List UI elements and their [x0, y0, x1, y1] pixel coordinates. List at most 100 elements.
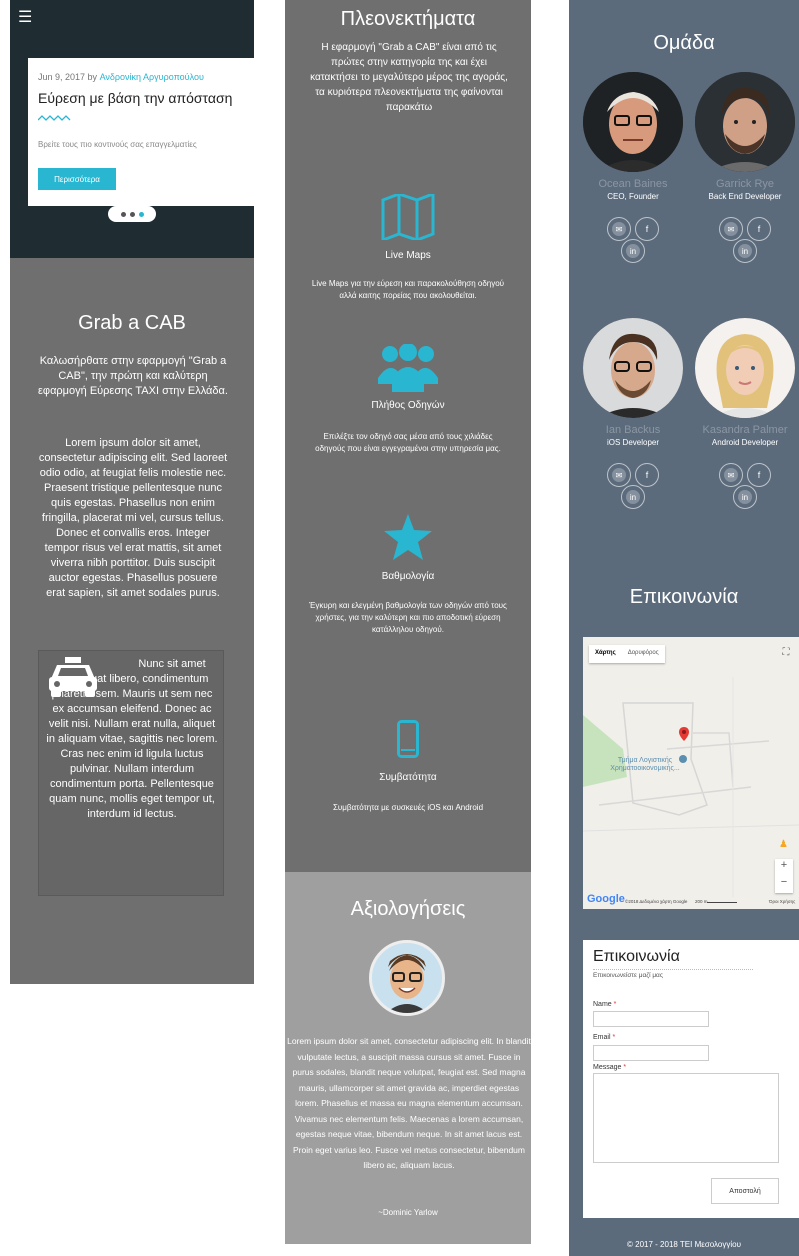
team-title: Ομάδα	[653, 32, 715, 54]
map-canvas[interactable]	[583, 637, 799, 909]
linkedin-icon[interactable]: in	[733, 485, 757, 509]
home-column: ☰ Jun 9, 2017 by Ανδρονίκη Αργυροπούλου …	[10, 0, 258, 984]
mobile-icon	[285, 720, 531, 758]
pegman-icon[interactable]: ♟	[779, 839, 788, 850]
email-label-text: Email	[593, 1034, 611, 1041]
email-label: Email *	[593, 1034, 615, 1041]
slide-by: by	[85, 72, 100, 82]
carousel-dots	[108, 206, 156, 222]
slide-meta: Jun 9, 2017 by Ανδρονίκη Αργυροπούλου	[38, 72, 204, 82]
users-icon	[285, 344, 531, 392]
taxi-icon	[49, 657, 97, 697]
google-map[interactable]: Χάρτης Δορυφόρος ⛶ Τμήμα Λογιστικής Χρημ…	[583, 637, 799, 909]
footer-copyright: © 2017 - 2018 ΤΕΙ Μεσολογγίου	[627, 1240, 741, 1249]
carousel-dot[interactable]	[120, 211, 126, 217]
slide-author-link[interactable]: Ανδρονίκη Αργυροπούλου	[100, 72, 204, 82]
advantages-section: Πλεονεκτήματα Η εφαρμογή "Grab a CAB" εί…	[285, 0, 531, 872]
member-name: Kasandra Palmer	[702, 424, 788, 436]
member-socials: ✉ f in	[715, 217, 775, 267]
name-field[interactable]	[593, 1011, 709, 1027]
map-icon	[285, 194, 531, 240]
zoom-in-button[interactable]: +	[775, 859, 793, 876]
facebook-icon[interactable]: f	[635, 463, 659, 487]
member-name: Garrick Rye	[715, 178, 775, 190]
form-title: Επικοινωνία	[593, 948, 680, 965]
team-member: Kasandra Palmer Android Developer ✉ f in	[691, 318, 799, 513]
google-logo: Google	[587, 893, 625, 905]
reviews-title: Αξιολογήσεις	[350, 898, 466, 920]
review-author: ~Dominic Yarlow	[378, 1208, 438, 1217]
facebook-icon[interactable]: f	[747, 217, 771, 241]
about-section: Grab a CAB Καλωσήρθατε στην εφαρμογή "Gr…	[10, 258, 254, 984]
advantages-lead: Η εφαρμογή "Grab a CAB" είναι από τις πρ…	[310, 42, 508, 113]
zoom-controls: + −	[775, 859, 793, 893]
member-role: Android Developer	[711, 438, 779, 447]
about-title: Grab a CAB	[78, 312, 186, 334]
form-divider	[593, 969, 753, 970]
member-name: Ian Backus	[605, 424, 661, 436]
required-mark: *	[623, 1064, 627, 1071]
email-icon[interactable]: ✉	[607, 463, 631, 487]
slide-date: Jun 9, 2017	[38, 72, 86, 82]
slide-card: Jun 9, 2017 by Ανδρονίκη Αργυροπούλου Εύ…	[28, 58, 258, 206]
more-button[interactable]: Περισσότερα	[38, 168, 116, 190]
linkedin-icon[interactable]: in	[621, 239, 645, 263]
member-role: iOS Developer	[606, 438, 660, 447]
name-label: Name *	[593, 1001, 616, 1008]
required-mark: *	[613, 1001, 617, 1008]
feature-text: Συμβατότητα με συσκευές iOS και Android	[332, 803, 484, 812]
feature-title: Βαθμολογία	[381, 571, 435, 582]
feature-title: Πλήθος Οδηγών	[371, 400, 445, 411]
facebook-icon[interactable]: f	[635, 217, 659, 241]
reviewer-avatar	[369, 940, 445, 1016]
contact-title: Επικοινωνία	[629, 586, 739, 608]
email-field[interactable]	[593, 1045, 709, 1061]
submit-button[interactable]: Αποστολή	[711, 1178, 779, 1204]
name-label-text: Name	[593, 1001, 612, 1008]
member-photo	[695, 72, 795, 172]
reviews-section: Αξιολογήσεις Lorem ipsum dolor sit amet,…	[285, 872, 531, 1244]
message-label-text: Message	[593, 1064, 622, 1071]
hamburger-icon[interactable]: ☰	[18, 10, 32, 26]
message-field[interactable]	[593, 1073, 779, 1163]
features-column: Πλεονεκτήματα Η εφαρμογή "Grab a CAB" εί…	[285, 0, 531, 1244]
member-name: Ocean Baines	[598, 178, 668, 190]
linkedin-icon[interactable]: in	[621, 485, 645, 509]
linkedin-icon[interactable]: in	[733, 239, 757, 263]
carousel-dot-active[interactable]	[138, 211, 144, 217]
map-tab-map[interactable]: Χάρτης	[589, 645, 622, 663]
contact-form: Επικοινωνία Επικοινωνείστε μαζί μας Name…	[583, 940, 799, 1218]
review-text: Lorem ipsum dolor sit amet, consectetur …	[287, 1036, 531, 1170]
wave-divider	[38, 115, 71, 121]
taxi-box: Nunc sit amet consequat libero, condimen…	[38, 650, 224, 896]
required-mark: *	[612, 1034, 616, 1041]
map-type-tabs: Χάρτης Δορυφόρος	[589, 645, 665, 663]
member-socials: ✉ f in	[603, 463, 663, 513]
fullscreen-icon[interactable]: ⛶	[779, 647, 793, 661]
carousel-dot[interactable]	[129, 211, 135, 217]
feature-text: Επιλέξτε τον οδηγό σας μέσα από τους χιλ…	[315, 432, 501, 453]
feature-text: Live Maps για την εύρεση και παρακολούθη…	[311, 279, 505, 300]
email-icon[interactable]: ✉	[719, 217, 743, 241]
member-role: CEO, Founder	[607, 192, 659, 201]
member-socials: ✉ f in	[603, 217, 663, 267]
message-label: Message *	[593, 1064, 626, 1071]
email-icon[interactable]: ✉	[719, 463, 743, 487]
team-contact-column: Ομάδα Ocean Baines CEO, Founder ✉ f in G…	[569, 0, 799, 1256]
map-tab-satellite[interactable]: Δορυφόρος	[622, 645, 665, 663]
advantages-title: Πλεονεκτήματα	[340, 8, 476, 30]
map-scale: 200 m	[695, 899, 708, 904]
form-subtitle: Επικοινωνείστε μαζί μας	[593, 972, 663, 979]
place-marker-icon[interactable]	[679, 755, 687, 763]
location-pin-icon[interactable]	[679, 727, 689, 741]
zoom-out-button[interactable]: −	[775, 876, 793, 893]
map-place-label: Τμήμα Λογιστικής Χρηματοοικονομικής...	[610, 757, 680, 772]
member-photo	[583, 318, 683, 418]
member-photo	[695, 318, 795, 418]
map-terms-link[interactable]: Όροι Χρήσης	[769, 899, 795, 904]
about-text: Lorem ipsum dolor sit amet, consectetur …	[38, 437, 228, 599]
email-icon[interactable]: ✉	[607, 217, 631, 241]
team-member: Ocean Baines CEO, Founder ✉ f in	[579, 72, 687, 267]
member-socials: ✉ f in	[715, 463, 775, 513]
facebook-icon[interactable]: f	[747, 463, 771, 487]
